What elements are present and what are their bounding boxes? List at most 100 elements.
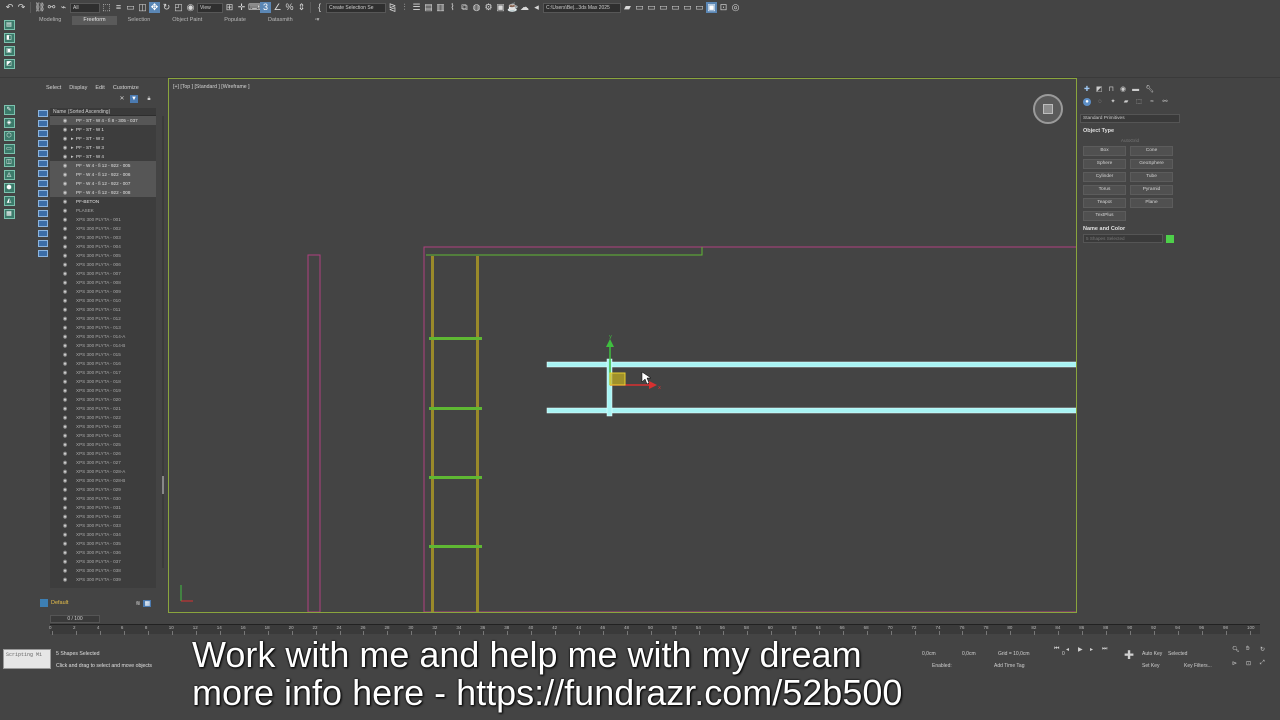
- visibility-icon[interactable]: ◉: [59, 559, 71, 565]
- teapot-button[interactable]: Teapot: [1083, 198, 1126, 208]
- pyramid-button[interactable]: Pyramid: [1130, 185, 1173, 195]
- filter-spacewarps-icon[interactable]: [38, 160, 48, 167]
- select-object-icon[interactable]: ⬚: [101, 2, 112, 13]
- visibility-icon[interactable]: ◉: [59, 298, 71, 304]
- cameras-category-icon[interactable]: ▰: [1122, 98, 1130, 106]
- scene-tool-icon-7[interactable]: ⬢: [3, 183, 15, 193]
- helpers-category-icon[interactable]: ⬚: [1135, 98, 1143, 106]
- next-frame-icon[interactable]: ▸: [1090, 646, 1093, 653]
- keyboard-shortcut-icon[interactable]: ⌨: [248, 2, 261, 13]
- filter-containers-icon[interactable]: [38, 200, 48, 207]
- maximize-viewport-icon[interactable]: ⤢: [1260, 660, 1265, 667]
- list-item[interactable]: ◉ XPS 300 PLYTA - 021: [50, 404, 156, 413]
- visibility-icon[interactable]: ◉: [59, 163, 71, 169]
- frame-spinner[interactable]: 0: [1062, 651, 1065, 657]
- object-type-rollout-title[interactable]: Object Type: [1080, 123, 1180, 136]
- hierarchy-tab-icon[interactable]: ⊓: [1109, 85, 1114, 93]
- visibility-icon[interactable]: ◉: [59, 127, 71, 133]
- edit-named-selection-icon[interactable]: {: [314, 2, 325, 13]
- visibility-icon[interactable]: ◉: [59, 568, 71, 574]
- list-item[interactable]: ◉ XPS 300 PLYTA - 020: [50, 395, 156, 404]
- x-coordinate[interactable]: 0,0cm: [922, 651, 936, 657]
- list-item[interactable]: ◉ XPS 300 PLYTA - 028-A: [50, 467, 156, 476]
- visibility-icon[interactable]: ◉: [59, 442, 71, 448]
- torus-button[interactable]: Torus: [1083, 185, 1126, 195]
- list-item[interactable]: ◉ XPS 300 PLYTA - 025: [50, 440, 156, 449]
- viewport-canvas[interactable]: y x: [169, 79, 1076, 612]
- visibility-icon[interactable]: ◉: [59, 235, 71, 241]
- visibility-icon[interactable]: ◉: [59, 307, 71, 313]
- filter-shapes-icon[interactable]: [38, 120, 48, 127]
- viewcube-icon[interactable]: [1033, 94, 1063, 124]
- create-tab-icon[interactable]: ✚: [1084, 85, 1090, 93]
- clear-search-icon[interactable]: ✕: [118, 95, 126, 103]
- pan-icon[interactable]: ✋︎: [1246, 646, 1249, 653]
- visibility-icon[interactable]: ◉: [59, 361, 71, 367]
- scene-tool-icon-2[interactable]: ◈: [3, 118, 15, 128]
- unlink-icon[interactable]: ⚯: [46, 2, 57, 13]
- list-item[interactable]: ◉ XPS 300 PLYTA - 024: [50, 431, 156, 440]
- list-item[interactable]: ◉ XPS 300 PLYTA - 022: [50, 413, 156, 422]
- visibility-icon[interactable]: ◉: [59, 244, 71, 250]
- select-by-name-icon[interactable]: ≡: [113, 2, 124, 13]
- scene-tool-icon-3[interactable]: ⬡: [3, 131, 15, 141]
- selected-shapes[interactable]: [546, 358, 1076, 417]
- visibility-icon[interactable]: ◉: [59, 271, 71, 277]
- auto-key-button[interactable]: Auto Key: [1142, 651, 1162, 657]
- menu-select[interactable]: Select: [46, 85, 61, 93]
- render-production-icon[interactable]: ☕: [507, 2, 518, 13]
- pivot-center-icon[interactable]: ⊞: [224, 2, 235, 13]
- list-item[interactable]: ◉ XPS 300 PLYTA - 032: [50, 512, 156, 521]
- visibility-icon[interactable]: ◉: [59, 424, 71, 430]
- list-item[interactable]: ◉ XPS 300 PLYTA - 017: [50, 368, 156, 377]
- list-item[interactable]: ◉ XPS 300 PLYTA - 005: [50, 251, 156, 260]
- toggle-ribbon-icon[interactable]: ▥: [435, 2, 446, 13]
- textplus-button[interactable]: TextPlus: [1083, 211, 1126, 221]
- filter-frozen-icon[interactable]: [38, 210, 48, 217]
- visibility-icon[interactable]: ◉: [59, 190, 71, 196]
- visibility-icon[interactable]: ◉: [59, 181, 71, 187]
- list-item[interactable]: ◉ XPS 300 PLYTA - 015: [50, 350, 156, 359]
- list-item[interactable]: ◉ XPS 300 PLYTA - 001: [50, 215, 156, 224]
- scene-tool-icon-6[interactable]: ◬: [3, 170, 15, 180]
- workspace-icon-5[interactable]: ▭: [682, 2, 693, 13]
- visibility-icon[interactable]: ◉: [59, 523, 71, 529]
- list-item[interactable]: ◉ ▸ PF - ST - W 4: [50, 152, 156, 161]
- list-item[interactable]: ◉ XPS 300 PLYTA - 007: [50, 269, 156, 278]
- visibility-icon[interactable]: ◉: [59, 496, 71, 502]
- object-name-field[interactable]: 5 Shapes Selected: [1083, 234, 1163, 243]
- spinner-snap-icon[interactable]: ⇕: [296, 2, 307, 13]
- window-crossing-icon[interactable]: ◫: [137, 2, 148, 13]
- visibility-icon[interactable]: ◉: [59, 388, 71, 394]
- list-item[interactable]: ◉ PF - W 4 - fi 12 - 922 - 007: [50, 179, 156, 188]
- filter-helpers-icon[interactable]: [38, 150, 48, 157]
- explorer-icon[interactable]: ▤: [3, 20, 15, 30]
- list-item[interactable]: ◉ PF-BETON: [50, 197, 156, 206]
- ribbon-options-icon[interactable]: ▫▾: [304, 16, 331, 25]
- cone-button[interactable]: Cone: [1130, 146, 1173, 156]
- visibility-icon[interactable]: ◉: [59, 514, 71, 520]
- visibility-icon[interactable]: ◉: [59, 154, 71, 160]
- visibility-icon[interactable]: ◉: [59, 316, 71, 322]
- visibility-icon[interactable]: ◉: [59, 469, 71, 475]
- list-item[interactable]: ◉ XPS 300 PLYTA - 003: [50, 233, 156, 242]
- visibility-icon[interactable]: ◉: [59, 253, 71, 259]
- bind-space-warp-icon[interactable]: ⌁: [58, 2, 69, 13]
- display-icon[interactable]: ▣: [3, 46, 15, 56]
- layer-stack-icon[interactable]: ≋: [135, 600, 140, 607]
- visibility-icon[interactable]: ◉: [59, 145, 71, 151]
- angle-snap-icon[interactable]: ∠: [272, 2, 283, 13]
- explorer-scrollbar[interactable]: [162, 116, 164, 568]
- list-item[interactable]: ◉ XPS 300 PLYTA - 035: [50, 539, 156, 548]
- toggle-layer-explorer-icon[interactable]: ▤: [423, 2, 434, 13]
- list-item[interactable]: ◉ XPS 300 PLYTA - 018: [50, 377, 156, 386]
- tab-modeling[interactable]: Modeling: [28, 16, 72, 25]
- help-icon[interactable]: ◎: [730, 2, 741, 13]
- visibility-icon[interactable]: ◉: [59, 136, 71, 142]
- visibility-icon[interactable]: ◉: [59, 532, 71, 538]
- geosphere-button[interactable]: GeoSphere: [1130, 159, 1173, 169]
- link-icon[interactable]: ⛓: [34, 2, 45, 13]
- visibility-icon[interactable]: ◉: [59, 289, 71, 295]
- list-item[interactable]: ◉ XPS 300 PLYTA - 011: [50, 305, 156, 314]
- manipulate-icon[interactable]: ✛: [236, 2, 247, 13]
